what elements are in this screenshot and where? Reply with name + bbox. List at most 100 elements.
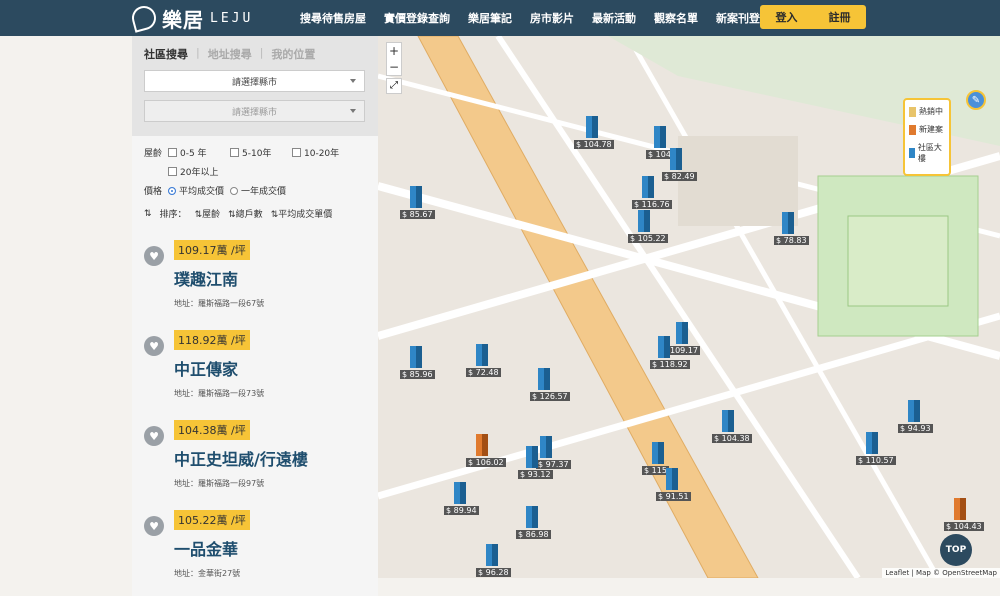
building-icon (476, 344, 488, 366)
pin-price: $ 105.22 (628, 234, 668, 243)
building-icon (782, 212, 794, 234)
listing-name[interactable]: 中正史坦威/行遠樓 (174, 446, 366, 470)
sort-icon: ⇅ (144, 208, 152, 219)
pin-price: $ 96.28 (476, 568, 511, 577)
checkbox[interactable] (292, 148, 301, 157)
nav-price-registry[interactable]: 實價登錄查詢 (384, 10, 450, 26)
leju-logo[interactable]: 樂居 LEJU (129, 3, 254, 33)
pin-price: $ 85.96 (400, 370, 435, 379)
heart-icon[interactable]: ♥ (144, 426, 164, 446)
heart-icon[interactable]: ♥ (144, 246, 164, 266)
filter-panel: 屋齡 0-5 年 5-10年 10-20年 20年以上 價格 平均成交價 一年成… (132, 136, 378, 596)
heart-icon[interactable]: ♥ (144, 336, 164, 356)
sort-option-label: 平均成交單價 (278, 210, 333, 220)
list-item[interactable]: ♥ 105.22萬 /坪 一品金華 地址：金華街27號 (132, 504, 366, 594)
sort-by-age[interactable]: ⇅屋齡 (195, 207, 221, 220)
pin-price: $ 110.57 (856, 456, 896, 465)
pin-price: $ 94.93 (898, 424, 933, 433)
tab-address-search[interactable]: 地址搜尋 (208, 46, 252, 62)
age-filter-row-2: 20年以上 (144, 165, 366, 178)
listing-name[interactable]: 一品金華 (174, 536, 366, 560)
legend-label: 熱銷中 (919, 107, 943, 116)
price-option-year[interactable]: 一年成交價 (230, 184, 292, 197)
age-label: 屋齡 (144, 149, 163, 159)
building-icon (666, 468, 678, 490)
auth-box: 登入 註冊 (760, 5, 866, 29)
top-navbar: 樂居 LEJU 搜尋待售房屋 實價登錄查詢 樂居筆記 房市影片 最新活動 觀察名… (0, 0, 1000, 36)
list-item[interactable]: ♥ 118.92萬 /坪 中正傳家 地址：羅斯福路一段73號 (132, 324, 366, 414)
listing-name[interactable]: 璞趣江南 (174, 266, 366, 290)
zoom-control: + − (386, 42, 402, 76)
pin-price: $ 126.57 (530, 392, 570, 401)
listing-address: 地址：羅斯福路一段67號 (174, 299, 265, 308)
wrench-icon[interactable]: ✎ (966, 90, 986, 110)
price-option-average[interactable]: 平均成交價 (168, 184, 230, 197)
nav-videos[interactable]: 房市影片 (530, 10, 574, 26)
building-icon (586, 116, 598, 138)
chevron-down-icon (350, 79, 356, 83)
logo-text-en: LEJU (210, 10, 254, 26)
logo-icon (129, 3, 159, 33)
nav-watchlist[interactable]: 觀察名單 (654, 10, 698, 26)
map-legend: 熱銷中 新建案 社區大樓 (903, 98, 951, 176)
building-icon (642, 176, 654, 198)
building-icon (638, 210, 650, 232)
scroll-top-button[interactable]: TOP (940, 534, 972, 566)
price-filter-row: 價格 平均成交價 一年成交價 (144, 184, 366, 197)
tab-community-search[interactable]: 社區搜尋 (144, 46, 188, 62)
list-item[interactable]: ♥ 104.38萬 /坪 中正史坦威/行遠樓 地址：羅斯福路一段97號 (132, 414, 366, 504)
age-option-20-plus[interactable]: 20年以上 (168, 165, 230, 178)
listing-address: 地址：羅斯福路一段97號 (174, 479, 265, 488)
checkbox[interactable] (230, 148, 239, 157)
legend-label: 新建案 (919, 125, 943, 134)
register-button[interactable]: 註冊 (829, 9, 851, 25)
nav-notes[interactable]: 樂居筆記 (468, 10, 512, 26)
price-option-label: 平均成交價 (179, 187, 225, 197)
building-icon (654, 126, 666, 148)
nav-new-listing[interactable]: 新案刊登 (716, 10, 760, 26)
tab-my-location[interactable]: 我的位置 (271, 46, 315, 62)
district-select-value: 請選擇縣市 (231, 107, 277, 118)
nav-search-listings[interactable]: 搜尋待售房屋 (300, 10, 366, 26)
login-button[interactable]: 登入 (776, 9, 798, 25)
legend-label: 社區大樓 (917, 143, 942, 163)
community-building-icon (909, 148, 915, 158)
building-icon (526, 446, 538, 468)
legend-hot: 熱銷中 (909, 106, 945, 117)
new-building-icon (909, 124, 916, 135)
district-select[interactable]: 請選擇縣市 (144, 100, 365, 122)
age-option-label: 5-10年 (242, 149, 272, 159)
legend-new: 新建案 (909, 124, 945, 135)
listing-name[interactable]: 中正傳家 (174, 356, 366, 380)
age-option-5-10[interactable]: 5-10年 (230, 146, 292, 159)
pin-price: $ 86.98 (516, 530, 551, 539)
sort-by-units[interactable]: ⇅總戶數 (228, 207, 263, 220)
listing-address: 地址：羅斯福路一段73號 (174, 389, 265, 398)
hot-building-icon (909, 106, 916, 117)
radio-selected[interactable] (168, 186, 176, 195)
building-icon (676, 322, 688, 344)
list-item[interactable]: ♥ 109.17萬 /坪 璞趣江南 地址：羅斯福路一段67號 (132, 234, 366, 324)
sort-by-price[interactable]: ⇅平均成交單價 (271, 207, 333, 220)
age-option-10-20[interactable]: 10-20年 (292, 146, 354, 159)
fullscreen-button[interactable]: ⤢ (386, 78, 402, 94)
age-option-0-5[interactable]: 0-5 年 (168, 146, 230, 159)
map-view[interactable]: + − ⤢ 熱銷中 新建案 社區大樓 ✎ $ 104.78 $ 104. $ 8… (378, 36, 1000, 578)
pin-price: 109.17 (668, 346, 700, 355)
zoom-in-button[interactable]: + (387, 43, 401, 59)
pin-price: $ 91.51 (656, 492, 691, 501)
radio[interactable] (230, 186, 238, 195)
pin-price: $ 85.67 (400, 210, 435, 219)
zoom-out-button[interactable]: − (387, 59, 401, 75)
checkbox[interactable] (168, 167, 177, 176)
pin-price: $ 89.94 (444, 506, 479, 515)
heart-icon[interactable]: ♥ (144, 516, 164, 536)
checkbox[interactable] (168, 148, 177, 157)
sort-option-label: 屋齡 (202, 210, 221, 220)
pin-price: $ 78.83 (774, 236, 809, 245)
county-select[interactable]: 請選擇縣市 (144, 70, 365, 92)
map-attribution[interactable]: Leaflet | Map © OpenStreetMap (882, 568, 1000, 578)
sort-option-label: 總戶數 (235, 210, 263, 220)
nav-events[interactable]: 最新活動 (592, 10, 636, 26)
logo-text-cn: 樂居 (162, 7, 204, 32)
